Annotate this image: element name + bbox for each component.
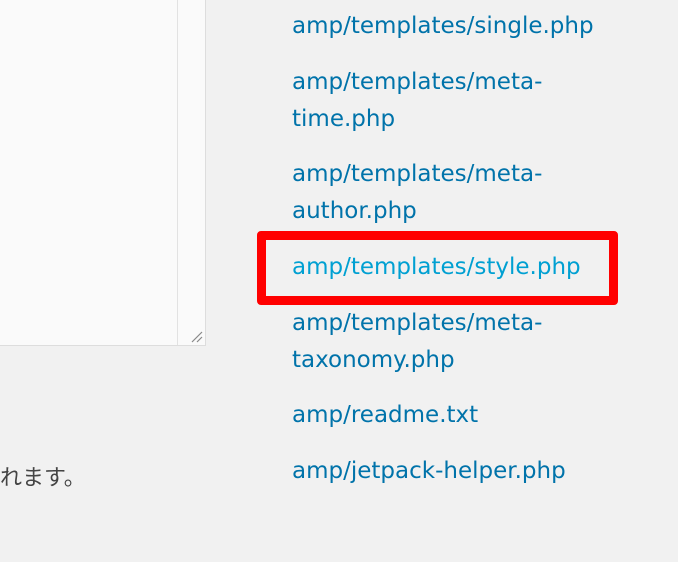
file-link-text-continued: taxonomy.php bbox=[292, 347, 455, 373]
file-link-text: amp/templates/single.php bbox=[292, 13, 594, 39]
file-link-meta-time[interactable]: amp/templates/meta- time.php bbox=[292, 64, 542, 138]
file-link-meta-author[interactable]: amp/templates/meta- author.php bbox=[292, 156, 542, 230]
file-link-meta-taxonomy[interactable]: amp/templates/meta- taxonomy.php bbox=[292, 305, 542, 379]
file-item-jetpack-helper: amp/jetpack-helper.php bbox=[292, 453, 566, 490]
file-link-text: amp/templates/meta- bbox=[292, 310, 543, 336]
resize-handle-icon[interactable] bbox=[189, 329, 203, 343]
file-item-single: amp/templates/single.php bbox=[292, 8, 594, 45]
file-link-readme[interactable]: amp/readme.txt bbox=[292, 397, 478, 434]
file-link-single[interactable]: amp/templates/single.php bbox=[292, 8, 594, 45]
file-item-meta-author: amp/templates/meta- author.php bbox=[292, 156, 542, 230]
file-item-meta-taxonomy: amp/templates/meta- taxonomy.php bbox=[292, 305, 542, 379]
file-item-readme: amp/readme.txt bbox=[292, 397, 478, 434]
notice-text: れます。 bbox=[0, 466, 86, 491]
editor-scrollbar[interactable] bbox=[177, 0, 205, 345]
highlight-annotation-box bbox=[257, 231, 618, 305]
file-link-jetpack-helper[interactable]: amp/jetpack-helper.php bbox=[292, 453, 566, 490]
file-item-meta-time: amp/templates/meta- time.php bbox=[292, 64, 542, 138]
file-link-text: amp/jetpack-helper.php bbox=[292, 458, 566, 484]
file-link-text: amp/readme.txt bbox=[292, 402, 479, 428]
file-link-text: amp/templates/meta- bbox=[292, 69, 543, 95]
file-link-text-continued: author.php bbox=[292, 198, 417, 224]
file-link-text: amp/templates/meta- bbox=[292, 161, 543, 187]
file-link-text-continued: time.php bbox=[292, 106, 396, 132]
code-editor-textarea[interactable] bbox=[0, 0, 206, 346]
